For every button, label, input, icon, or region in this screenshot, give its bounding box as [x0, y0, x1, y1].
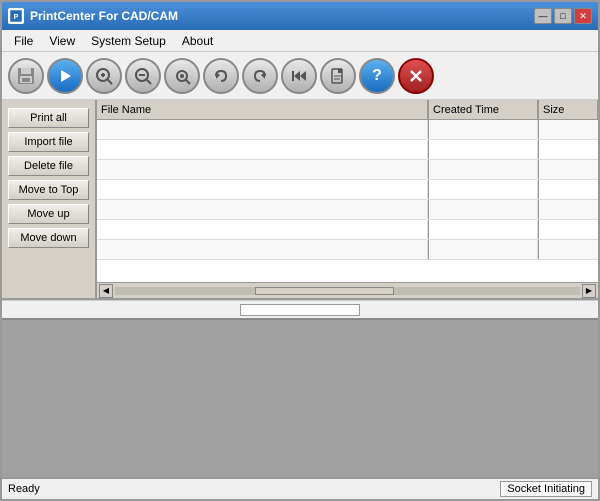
- file-list-header: File Name Created Time Size: [97, 100, 598, 120]
- menu-system-setup[interactable]: System Setup: [83, 32, 174, 50]
- title-controls: — □ ✕: [534, 8, 592, 24]
- minimize-button[interactable]: —: [534, 8, 552, 24]
- delete-file-button[interactable]: Delete file: [8, 156, 89, 176]
- table-row: [97, 140, 598, 160]
- refresh-button[interactable]: [242, 58, 278, 94]
- content-area: Print all Import file Delete file Move t…: [2, 100, 598, 477]
- close-button[interactable]: ✕: [574, 8, 592, 24]
- scroll-track[interactable]: [115, 287, 580, 295]
- menu-about[interactable]: About: [174, 32, 221, 50]
- skip-back-button[interactable]: [281, 58, 317, 94]
- undo-button[interactable]: [203, 58, 239, 94]
- status-right: Socket Initiating: [500, 481, 592, 497]
- import-file-button[interactable]: Import file: [8, 132, 89, 152]
- menu-file[interactable]: File: [6, 32, 41, 50]
- save-button[interactable]: [8, 58, 44, 94]
- upper-panel: Print all Import file Delete file Move t…: [2, 100, 598, 300]
- move-up-button[interactable]: Move up: [8, 204, 89, 224]
- move-to-top-button[interactable]: Move to Top: [8, 180, 89, 200]
- scroll-left-button[interactable]: ◀: [99, 284, 113, 298]
- title-bar: P PrintCenter For CAD/CAM — □ ✕: [2, 2, 598, 30]
- table-row: [97, 120, 598, 140]
- page-button[interactable]: [320, 58, 356, 94]
- table-row: [97, 240, 598, 260]
- zoom-in-button[interactable]: [86, 58, 122, 94]
- menu-view[interactable]: View: [41, 32, 83, 50]
- sidebar: Print all Import file Delete file Move t…: [2, 100, 97, 298]
- col-header-size: Size: [538, 100, 598, 119]
- table-row: [97, 220, 598, 240]
- svg-text:P: P: [14, 14, 19, 21]
- zoom-fit-button[interactable]: [164, 58, 200, 94]
- table-row: [97, 200, 598, 220]
- toolbar-close-button[interactable]: [398, 58, 434, 94]
- help-button[interactable]: ?: [359, 58, 395, 94]
- status-left: Ready: [8, 483, 40, 495]
- move-down-button[interactable]: Move down: [8, 228, 89, 248]
- col-header-created: Created Time: [428, 100, 538, 119]
- main-window: P PrintCenter For CAD/CAM — □ ✕ File Vie…: [0, 0, 600, 501]
- play-button[interactable]: [47, 58, 83, 94]
- print-all-button[interactable]: Print all: [8, 108, 89, 128]
- title-bar-left: P PrintCenter For CAD/CAM: [8, 8, 178, 24]
- col-header-filename: File Name: [97, 100, 428, 119]
- horizontal-scrollbar[interactable]: ◀ ▶: [97, 282, 598, 298]
- lower-panel: [2, 318, 598, 477]
- zoom-out-button[interactable]: [125, 58, 161, 94]
- progress-bar: [240, 304, 360, 316]
- scroll-right-button[interactable]: ▶: [582, 284, 596, 298]
- window-title: PrintCenter For CAD/CAM: [30, 9, 178, 23]
- table-row: [97, 180, 598, 200]
- table-row: [97, 160, 598, 180]
- file-list-body: [97, 120, 598, 282]
- file-list: File Name Created Time Size: [97, 100, 598, 298]
- status-bar: Ready Socket Initiating: [2, 477, 598, 499]
- app-icon: P: [8, 8, 24, 24]
- toolbar: ?: [2, 52, 598, 100]
- restore-button[interactable]: □: [554, 8, 572, 24]
- progress-row: [2, 300, 598, 318]
- menu-bar: File View System Setup About: [2, 30, 598, 52]
- scroll-thumb[interactable]: [255, 287, 395, 295]
